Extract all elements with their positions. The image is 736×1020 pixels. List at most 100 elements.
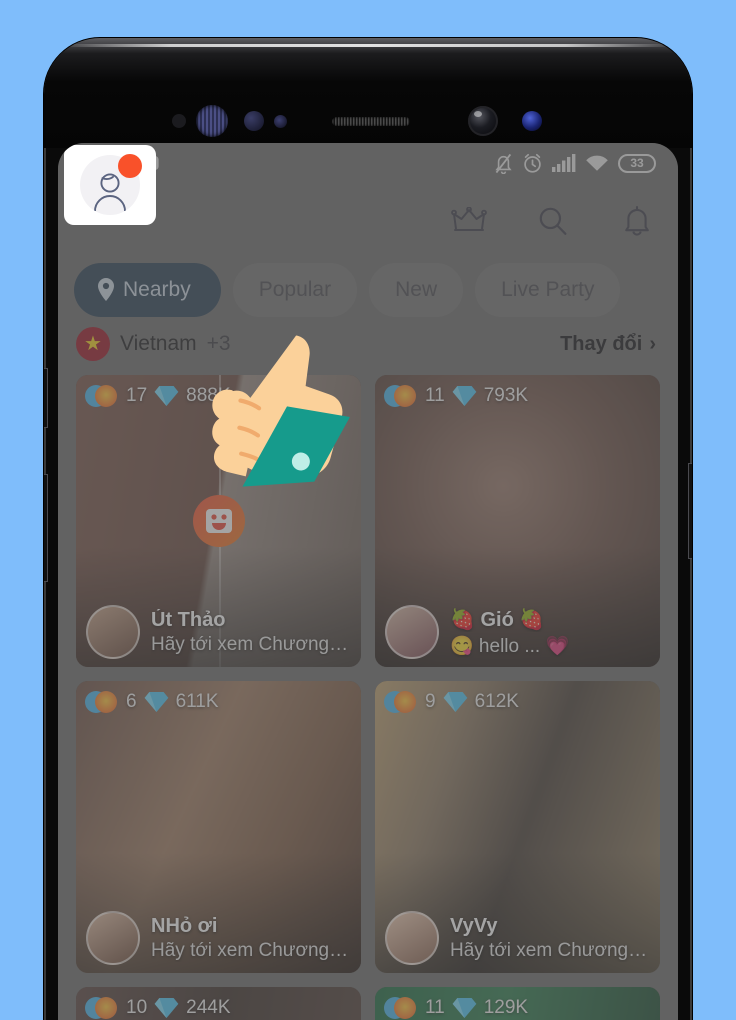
diamond-icon bbox=[154, 385, 179, 407]
earpiece-speaker-icon bbox=[332, 116, 410, 126]
phone-screen: 22:06 bbox=[58, 143, 678, 1020]
volume-up-button[interactable] bbox=[44, 368, 48, 428]
proximity-sensor-icon bbox=[172, 114, 186, 128]
diamond-count: 611K bbox=[175, 691, 219, 712]
dot-projector-icon bbox=[274, 114, 287, 128]
viewer-count: 9 bbox=[425, 691, 436, 712]
stream-card[interactable]: 9 612K VyVy Hãy tới xem Chương Trình... bbox=[375, 681, 660, 973]
diamond-count: 129K bbox=[483, 997, 529, 1018]
card-stats: 11 793K bbox=[384, 384, 528, 408]
wifi-icon bbox=[586, 155, 608, 171]
card-footer: 🍓 Gió 🍓 😋 hello ... 💗 bbox=[385, 605, 650, 659]
tab-nearby-label: Nearby bbox=[123, 278, 191, 301]
bell-icon[interactable] bbox=[618, 202, 656, 240]
stream-card[interactable]: 17 888K Út Thảo Hãy tới xem Chương Trinh… bbox=[76, 375, 361, 667]
viewer-avatars-icon bbox=[384, 384, 418, 408]
stream-card[interactable]: 11 129K bbox=[375, 987, 660, 1020]
tab-live-party-label: Live Party bbox=[501, 278, 595, 301]
phone-device-frame: 22:06 bbox=[44, 38, 692, 1020]
host-name: VyVy bbox=[450, 914, 498, 937]
host-name: NHỏ ơi bbox=[151, 914, 218, 937]
region-name-label: Vietnam bbox=[120, 332, 197, 355]
viewer-count: 11 bbox=[425, 385, 445, 406]
viewer-count: 10 bbox=[126, 997, 148, 1018]
diamond-count: 244K bbox=[186, 997, 231, 1018]
host-avatar[interactable] bbox=[86, 911, 140, 965]
card-stats: 10 244K bbox=[85, 996, 231, 1020]
stream-card[interactable]: 10 244K bbox=[76, 987, 361, 1020]
notification-badge-dot bbox=[118, 154, 142, 178]
tab-nearby[interactable]: Nearby bbox=[74, 263, 221, 317]
region-info[interactable]: ★ Vietnam +3 bbox=[76, 327, 231, 361]
category-tab-bar: Nearby Popular New Live Party bbox=[58, 259, 678, 321]
viewer-count: 11 bbox=[425, 997, 445, 1018]
host-description: 😋 hello ... 💗 bbox=[450, 635, 570, 657]
change-region-button[interactable]: Thay đổi › bbox=[560, 333, 656, 356]
card-footer: NHỏ ơi Hãy tới xem Chương Trình... bbox=[86, 911, 351, 965]
diamond-icon bbox=[144, 691, 168, 713]
flood-illuminator-icon bbox=[522, 111, 542, 131]
viewer-avatars-icon bbox=[384, 996, 418, 1020]
live-stream-grid: 17 888K Út Thảo Hãy tới xem Chương Trinh… bbox=[58, 367, 678, 1020]
flag-star-glyph: ★ bbox=[84, 333, 102, 355]
profile-avatar-highlight[interactable] bbox=[64, 145, 156, 225]
power-button[interactable] bbox=[688, 463, 692, 559]
host-description: Hãy tới xem Chương Trình... bbox=[151, 939, 351, 961]
header-action-group bbox=[450, 202, 656, 240]
infrared-sensor-icon bbox=[196, 105, 228, 137]
host-avatar[interactable] bbox=[86, 605, 140, 659]
host-name: Út Thảo bbox=[151, 608, 226, 631]
card-stats: 17 888K bbox=[85, 384, 231, 408]
host-avatar[interactable] bbox=[385, 605, 439, 659]
profile-avatar-button[interactable] bbox=[80, 154, 142, 215]
viewer-count: 17 bbox=[126, 385, 148, 406]
battery-indicator: 33 bbox=[618, 153, 656, 173]
signal-icon bbox=[552, 153, 576, 172]
viewer-avatars-icon bbox=[85, 384, 119, 408]
card-stats: 11 129K bbox=[384, 996, 528, 1020]
card-stats: 6 611K bbox=[85, 690, 219, 714]
notch-sensor-row bbox=[44, 98, 692, 144]
battery-level-text: 33 bbox=[630, 156, 644, 170]
alarm-icon bbox=[524, 153, 541, 173]
stream-card[interactable]: 11 793K 🍓 Gió 🍓 😋 hello ... 💗 bbox=[375, 375, 660, 667]
card-footer: VyVy Hãy tới xem Chương Trình... bbox=[385, 911, 650, 965]
viewer-avatars-icon bbox=[85, 996, 119, 1020]
volume-down-button[interactable] bbox=[44, 474, 48, 582]
front-camera-icon bbox=[468, 106, 498, 136]
region-selector-bar: ★ Vietnam +3 Thay đổi › bbox=[58, 321, 678, 367]
diamond-icon bbox=[443, 691, 467, 713]
host-name: 🍓 Gió 🍓 bbox=[450, 608, 545, 631]
diamond-count: 612K bbox=[474, 691, 519, 712]
viewer-count: 6 bbox=[126, 691, 137, 712]
host-description: Hãy tới xem Chương Trình... bbox=[450, 939, 650, 961]
diamond-icon bbox=[154, 997, 179, 1019]
host-avatar[interactable] bbox=[385, 911, 439, 965]
card-footer: Út Thảo Hãy tới xem Chương Trinh... bbox=[86, 605, 351, 659]
diamond-icon bbox=[452, 385, 477, 407]
crown-icon[interactable] bbox=[450, 202, 488, 240]
location-pin-icon bbox=[98, 278, 114, 301]
tab-popular-label: Popular bbox=[258, 278, 332, 301]
chevron-right-icon: › bbox=[649, 332, 656, 355]
pk-battle-icon bbox=[192, 495, 245, 547]
tab-new[interactable]: New bbox=[369, 263, 464, 317]
diamond-count: 793K bbox=[483, 385, 529, 406]
status-bar-right: 33 bbox=[494, 153, 656, 174]
host-description: Hãy tới xem Chương Trinh... bbox=[151, 633, 351, 655]
tab-new-label: New bbox=[395, 278, 438, 301]
tab-popular[interactable]: Popular bbox=[232, 263, 358, 317]
stream-card[interactable]: 6 611K NHỏ ơi Hãy tới xem Chương Trình..… bbox=[76, 681, 361, 973]
search-icon[interactable] bbox=[534, 202, 572, 240]
mute-bell-icon bbox=[495, 153, 512, 174]
region-extra-count: +3 bbox=[206, 332, 231, 355]
viewer-avatars-icon bbox=[384, 690, 418, 714]
tab-live-party[interactable]: Live Party bbox=[475, 263, 621, 317]
diamond-count: 888K bbox=[186, 385, 231, 406]
viewer-avatars-icon bbox=[85, 690, 119, 714]
change-region-label: Thay đổi bbox=[560, 332, 643, 355]
light-sensor-icon bbox=[244, 111, 264, 131]
vietnam-flag-icon: ★ bbox=[76, 327, 110, 361]
diamond-icon bbox=[452, 997, 477, 1019]
card-stats: 9 612K bbox=[384, 690, 519, 714]
